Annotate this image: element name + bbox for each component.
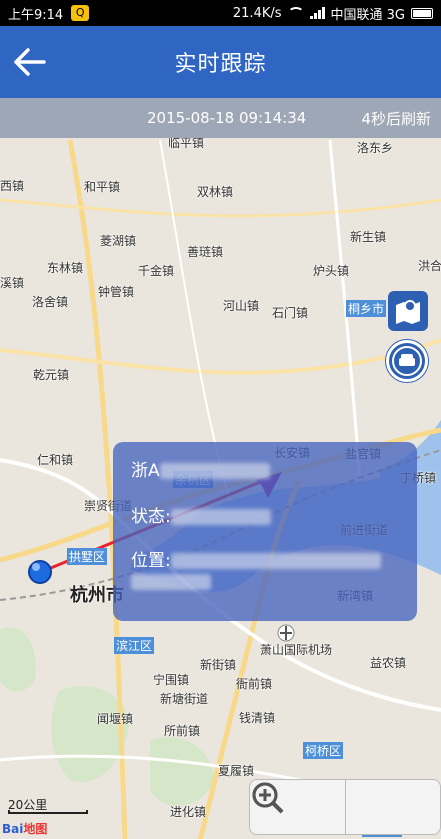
status-right: 21.4K/s 中国联通 3G (233, 4, 433, 23)
refresh-countdown: 4秒后刷新 (361, 109, 431, 128)
status-label: 状态: (131, 507, 171, 527)
map-place-label: 洛舍镇 (32, 295, 69, 309)
info-bar: 2015-08-18 09:14:34 4秒后刷新 (0, 98, 441, 138)
page-title: 实时跟踪 (174, 52, 267, 77)
map-place-label: 仁和镇 (37, 453, 74, 467)
map-place-label: 衙前镇 (236, 677, 273, 691)
map-place-label: 石门镇 (272, 306, 309, 320)
map-place-label: 和平镇 (84, 180, 121, 194)
map-place-label: 进化镇 (170, 805, 207, 819)
back-arrow-icon (14, 48, 46, 76)
plate-prefix: 浙A (131, 461, 160, 481)
status-value-redacted (170, 509, 271, 525)
baidu-map-logo: Bai地图 (2, 820, 47, 837)
popup-status-row: 状态: (131, 502, 271, 527)
back-button[interactable] (10, 42, 50, 82)
plate-number-redacted (159, 463, 270, 479)
map-place-label: 新生镇 (350, 230, 387, 244)
map-place-label: 闻堰镇 (97, 712, 134, 726)
road-5 (0, 198, 441, 218)
location-value-redacted (170, 553, 381, 569)
wifi-icon (287, 7, 304, 19)
park-area-2 (150, 736, 215, 807)
logo-map: 地图 (23, 822, 48, 836)
map-place-label: 洛东乡 (357, 141, 394, 155)
zoom-in-icon (252, 782, 284, 814)
map-place-label: 双林镇 (197, 185, 234, 199)
map-place-label: 东林镇 (47, 261, 84, 275)
popup-location-row: 位置: (131, 546, 381, 571)
popup-plate-row: 浙A (131, 456, 270, 481)
map-place-label: 炉头镇 (313, 264, 350, 278)
map-place-label: 菱湖镇 (100, 234, 137, 248)
location-value-redacted-2 (131, 574, 211, 590)
map-layers-button[interactable] (388, 291, 428, 331)
map-scale-bar (8, 810, 88, 814)
tracking-datetime: 2015-08-18 09:14:34 (147, 109, 307, 127)
map-place-label: 善琏镇 (187, 245, 224, 259)
zoom-controls (249, 779, 441, 835)
net-speed: 21.4K/s (232, 5, 282, 21)
qq-notification-icon: Q (71, 5, 90, 21)
app-header: 实时跟踪 (0, 26, 441, 98)
map-place-label: 河山镇 (223, 299, 260, 313)
vehicle-info-popup[interactable]: 浙A 状态: 位置: (113, 442, 417, 621)
location-label: 位置: (131, 551, 171, 571)
map-place-label: 千金镇 (138, 264, 175, 278)
vehicle-route-button[interactable] (386, 340, 428, 382)
signal-icon (309, 7, 325, 19)
map-place-label: 所前镇 (164, 724, 201, 738)
map-place-label: 宁围镇 (153, 673, 190, 687)
map-view[interactable]: 临平镇 洛东乡西镇 和平镇 双林镇菱湖镇善琏镇 新生镇东林镇 千金镇 炉头镇 洪合溪镇钟管镇洛… (0, 138, 441, 839)
map-place-label: 钟管镇 (98, 285, 135, 299)
map-place-label: 钱清镇 (239, 711, 276, 725)
carrier-label: 中国联通 3G (330, 7, 405, 23)
map-place-label: 萧山国际机场 (260, 643, 333, 657)
airport-icon (277, 624, 295, 642)
popup-location-row-2 (131, 572, 211, 592)
map-place-label: 柯桥区 (303, 742, 344, 759)
map-place-label: 乾元镇 (33, 368, 70, 382)
zoom-in-button[interactable] (252, 780, 441, 834)
vehicle-route-icon (392, 346, 422, 376)
battery-icon (411, 7, 433, 19)
start-point-icon (28, 560, 52, 584)
map-place-label: 拱墅区 (67, 548, 108, 565)
map-place-label: 西镇 (0, 179, 25, 193)
map-place-label: 夏履镇 (218, 764, 255, 778)
status-bar: 上午9:14 Q 21.4K/s 中国联通 3G (0, 0, 441, 26)
map-place-label: 滨江区 (114, 637, 155, 654)
map-place-label: 益农镇 (370, 656, 407, 670)
map-place-label: 洪合 (418, 259, 441, 273)
status-time: 上午9:14 (8, 7, 64, 23)
map-layers-icon (396, 300, 420, 324)
logo-bai: Bai (2, 822, 24, 836)
map-place-label: 桐乡市 (346, 300, 387, 317)
map-place-label: 溪镇 (0, 276, 25, 290)
map-place-label: 临平镇 (168, 138, 205, 150)
park-area-3 (0, 627, 36, 692)
map-place-label: 新塘街道 (160, 692, 209, 706)
map-place-label: 新街镇 (200, 658, 237, 672)
